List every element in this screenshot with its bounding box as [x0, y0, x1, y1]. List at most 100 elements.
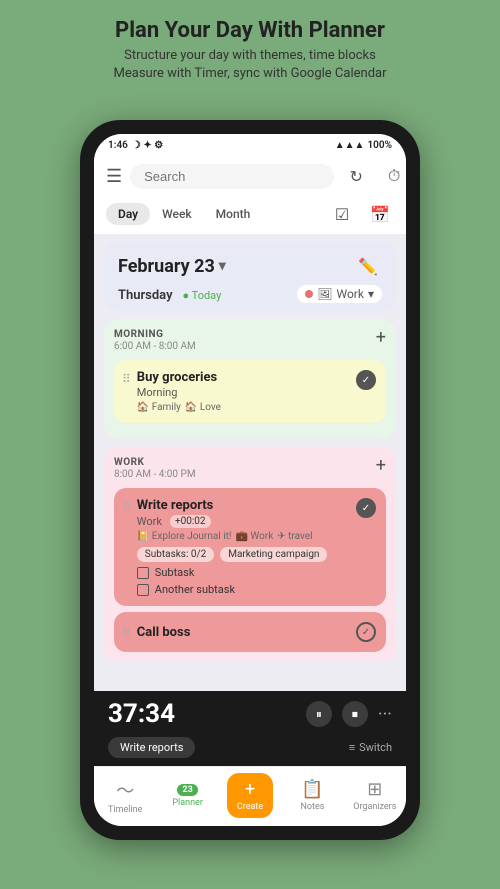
write-reports-check[interactable]: ✓ — [356, 498, 376, 518]
drag-handle[interactable]: ⠿ — [122, 372, 131, 386]
work-time: 8:00 AM - 4:00 PM — [114, 469, 196, 480]
subtask-2: Another subtask — [137, 583, 350, 596]
nav-create[interactable]: + Create — [219, 773, 281, 818]
checklist-icon[interactable]: ☑ — [328, 200, 356, 228]
tab-icons: ☑ 📅 — [328, 200, 394, 228]
organizers-icon: ⊞ — [367, 779, 382, 800]
morning-title: MORNING — [114, 329, 196, 340]
subtask-count-badge: Subtasks: 0/2 — [137, 547, 214, 562]
notes-icon: 📋 — [301, 779, 323, 800]
timer-display: 37:34 — [108, 699, 175, 729]
subtask-2-checkbox[interactable] — [137, 584, 149, 596]
search-input[interactable] — [130, 164, 334, 189]
refresh-icon[interactable]: ↻ — [342, 162, 370, 190]
call-boss-card: ⠿ Call boss ✓ — [114, 612, 386, 652]
timer-pause-button[interactable]: ⏸ — [306, 701, 332, 727]
tab-day[interactable]: Day — [106, 203, 150, 225]
status-icons: ☽ ✦ ⚙ — [132, 140, 163, 151]
date-chevron[interactable]: ▾ — [219, 258, 226, 274]
morning-add-button[interactable]: + — [376, 329, 386, 347]
subtask-1-checkbox[interactable] — [137, 567, 149, 579]
work-badge[interactable]: 🖼 Work ▾ — [297, 285, 382, 303]
write-reports-drag[interactable]: ⠿ — [122, 500, 131, 514]
nav-notes[interactable]: 📋 Notes — [281, 779, 343, 812]
timer-controls: ⏸ ⏹ ··· — [306, 701, 392, 727]
phone-screen: 1:46 ☽ ✦ ⚙ ▲▲▲ 100% ☰ ↻ ⏱ — [94, 134, 406, 826]
subtask-1: Subtask — [137, 566, 350, 579]
morning-section: MORNING 6:00 AM - 8:00 AM + ⠿ Buy grocer… — [104, 319, 396, 439]
work-section-info: WORK 8:00 AM - 4:00 PM — [114, 457, 196, 480]
morning-section-header: MORNING 6:00 AM - 8:00 AM + — [114, 329, 386, 352]
organizers-label: Organizers — [353, 802, 396, 812]
page-title: Plan Your Day With Planner — [20, 18, 480, 43]
timer-task-row: Write reports ≡ Switch — [94, 737, 406, 766]
status-left: 1:46 ☽ ✦ ⚙ — [108, 140, 163, 151]
write-reports-card: ⠿ Write reports Work +00:02 — [114, 488, 386, 606]
planner-label: Planner — [172, 798, 203, 808]
call-boss-title: Call boss — [137, 625, 350, 640]
subtask-badges: Subtasks: 0/2 Marketing campaign — [137, 547, 350, 562]
status-bar: 1:46 ☽ ✦ ⚙ ▲▲▲ 100% — [94, 134, 406, 156]
battery-label: 100% — [367, 140, 392, 151]
page-header: Plan Your Day With Planner Structure you… — [0, 0, 500, 93]
status-right: ▲▲▲ 100% — [335, 140, 392, 151]
switch-button[interactable]: ≡ Switch — [349, 741, 392, 754]
task-content: Buy groceries Morning 🏠 Family 🏠 Love — [137, 370, 350, 413]
nav-planner[interactable]: 23 Planner — [156, 784, 218, 808]
write-reports-sub: Work — [137, 515, 162, 528]
date-row: February 23 ▾ ✏️ — [118, 252, 382, 280]
marketing-badge: Marketing campaign — [220, 547, 327, 562]
timer-icon[interactable]: ⏱ — [380, 162, 406, 190]
work-dot — [305, 290, 313, 298]
work-add-button[interactable]: + — [376, 457, 386, 475]
task-sub: Morning — [137, 386, 350, 399]
tag-journal: 📔 Explore Journal it! — [137, 531, 232, 542]
date-sub: Thursday ● Today 🖼 Work ▾ — [118, 284, 382, 303]
work-text: Work — [337, 287, 364, 301]
top-bar: ☰ ↻ ⏱ — [94, 156, 406, 196]
timer-bar: 37:34 ⏸ ⏹ ··· — [94, 691, 406, 737]
bottom-nav: 〜 Timeline 23 Planner + Create 📋 Notes — [94, 766, 406, 826]
tab-month[interactable]: Month — [204, 203, 263, 225]
notes-label: Notes — [300, 802, 324, 812]
work-label: 🖼 — [317, 287, 332, 301]
work-section-header: WORK 8:00 AM - 4:00 PM + — [114, 457, 386, 480]
timeline-icon: 〜 — [116, 777, 134, 803]
switch-label: Switch — [359, 741, 392, 754]
timeline-label: Timeline — [108, 805, 142, 815]
task-tags: 🏠 Family 🏠 Love — [137, 402, 350, 413]
buy-groceries-card: ⠿ Buy groceries Morning 🏠 Family 🏠 Love … — [114, 360, 386, 423]
date-header: February 23 ▾ ✏️ Thursday ● Today 🖼 — [104, 242, 396, 311]
work-section: WORK 8:00 AM - 4:00 PM + ⠿ Write reports — [104, 447, 396, 662]
call-boss-check[interactable]: ✓ — [356, 622, 376, 642]
subtask-2-label: Another subtask — [155, 583, 235, 596]
nav-timeline[interactable]: 〜 Timeline — [94, 777, 156, 815]
calendar-icon[interactable]: 📅 — [366, 200, 394, 228]
tab-week[interactable]: Week — [150, 203, 204, 225]
top-bar-icons: ↻ ⏱ — [342, 162, 406, 190]
page-subtitle: Structure your day with themes, time blo… — [20, 47, 480, 83]
work-title: WORK — [114, 457, 196, 468]
nav-organizers[interactable]: ⊞ Organizers — [344, 779, 406, 812]
day-name: Thursday — [118, 288, 173, 303]
page-wrapper: Plan Your Day With Planner Structure you… — [0, 0, 500, 93]
task-inner: ⠿ Buy groceries Morning 🏠 Family 🏠 Love … — [122, 370, 376, 413]
call-boss-drag[interactable]: ⠿ — [122, 626, 131, 640]
switch-icon: ≡ — [349, 741, 355, 754]
morning-section-info: MORNING 6:00 AM - 8:00 AM — [114, 329, 196, 352]
write-reports-content: Write reports Work +00:02 📔 Explore Jour… — [137, 498, 350, 596]
status-time: 1:46 — [108, 140, 128, 151]
tab-row: Day Week Month ☑ 📅 — [94, 196, 406, 234]
tag-family: 🏠 Family — [137, 402, 181, 413]
tag-love: 🏠 Love — [185, 402, 221, 413]
menu-icon[interactable]: ☰ — [106, 166, 122, 187]
timer-task-label[interactable]: Write reports — [108, 737, 195, 758]
task-check-grocery[interactable]: ✓ — [356, 370, 376, 390]
morning-time: 6:00 AM - 8:00 AM — [114, 341, 196, 352]
timer-more-button[interactable]: ··· — [378, 704, 392, 725]
edit-icon[interactable]: ✏️ — [354, 252, 382, 280]
create-icon: + — [245, 779, 255, 800]
write-reports-inner: ⠿ Write reports Work +00:02 — [122, 498, 376, 596]
work-chevron: ▾ — [368, 287, 374, 301]
timer-stop-button[interactable]: ⏹ — [342, 701, 368, 727]
